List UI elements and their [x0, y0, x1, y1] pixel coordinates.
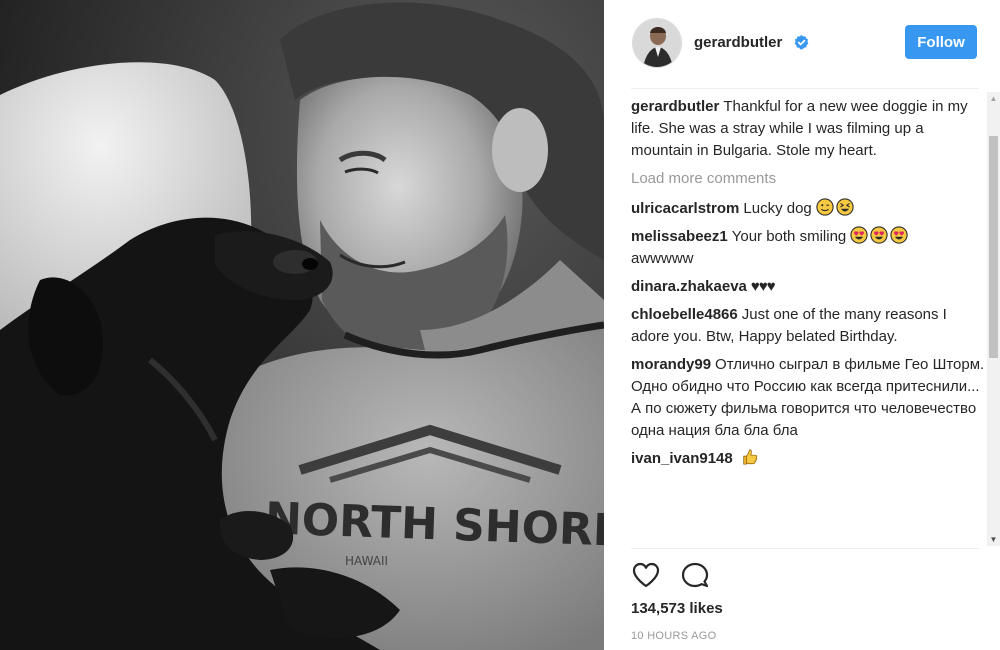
wink-face-emoji-icon: [816, 198, 834, 216]
post-author-username[interactable]: gerardbutler: [694, 34, 782, 51]
post-header: gerardbutler Follow: [604, 0, 1000, 86]
caption: gerardbutler Thankful for a new wee doggi…: [631, 96, 987, 162]
comments-list[interactable]: gerardbutler Thankful for a new wee doggi…: [631, 96, 987, 546]
heart-eyes-face-emoji-icon: [890, 226, 909, 244]
avatar-image: [633, 19, 681, 67]
comment-username[interactable]: morandy99: [631, 356, 711, 373]
comment-text: Your both smiling: [731, 228, 847, 245]
comment-item: chloebelle4866 Just one of the many reaso…: [631, 304, 987, 348]
thumbs-up-emoji-icon: [743, 449, 758, 465]
scrollbar-thumb[interactable]: [989, 136, 998, 358]
likes-count[interactable]: 134,573 likes: [631, 600, 723, 617]
heart-eyes-face-emoji-icon: [850, 226, 869, 244]
comment-text: Lucky dog: [743, 200, 812, 217]
comment-username[interactable]: chloebelle4866: [631, 306, 738, 323]
squint-tongue-face-emoji-icon: [836, 198, 854, 216]
comment-text-continued: awwwww: [631, 250, 694, 267]
scroll-down-arrow[interactable]: ▼: [987, 533, 1000, 546]
comment-item: morandy99 Отлично сыграл в фильме Гео Што…: [631, 354, 987, 442]
header-divider: [631, 88, 979, 89]
heart-eyes-face-emoji-icon: [870, 226, 889, 244]
shirt-subtext: HAWAII: [345, 554, 388, 568]
post-details-panel: gerardbutler Follow gerardbutler Thankful…: [604, 0, 1000, 650]
actions-divider: [631, 548, 979, 549]
comment-item: ulricacarlstrom Lucky dog: [631, 198, 987, 220]
follow-button[interactable]: Follow: [905, 25, 977, 59]
comment-item: ivan_ivan9148: [631, 448, 987, 470]
post-photo-image: NORTH SHORE HAWAII: [0, 0, 604, 650]
comment-item: dinara.zhakaeva ♥♥♥: [631, 276, 987, 298]
post-timestamp[interactable]: 10 HOURS AGO: [631, 630, 717, 642]
avatar[interactable]: [632, 18, 682, 68]
heart-icon[interactable]: [631, 560, 661, 590]
scroll-up-arrow[interactable]: ▲: [987, 92, 1000, 105]
comment-item: melissabeez1 Your both smiling awwwww: [631, 226, 987, 270]
comment-username[interactable]: ivan_ivan9148: [631, 450, 733, 467]
comment-username[interactable]: ulricacarlstrom: [631, 200, 739, 217]
load-more-comments-link[interactable]: Load more comments: [631, 168, 987, 190]
comment-bubble-icon[interactable]: [680, 560, 710, 590]
comments-scrollbar[interactable]: ▲ ▼: [987, 92, 1000, 546]
comment-username[interactable]: melissabeez1: [631, 228, 728, 245]
comment-username[interactable]: dinara.zhakaeva: [631, 278, 747, 295]
post-photo[interactable]: NORTH SHORE HAWAII: [0, 0, 604, 650]
comment-text: ♥♥♥: [750, 278, 776, 295]
caption-username[interactable]: gerardbutler: [631, 98, 719, 115]
verified-badge-icon: [794, 35, 809, 50]
